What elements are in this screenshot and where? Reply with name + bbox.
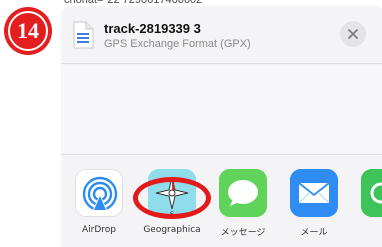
messages-icon (219, 169, 267, 217)
file-type: GPS Exchange Format (GPX) (104, 38, 251, 50)
highlight-circle (133, 177, 211, 219)
app-messages[interactable]: メッセージ (213, 169, 273, 247)
share-sheet-empty-area (61, 65, 382, 153)
share-apps-row: AirDrop S Geographica メッセージ メール (61, 154, 382, 247)
airdrop-icon (75, 169, 123, 217)
app-partial-next[interactable] (355, 169, 382, 247)
share-sheet-header: track-2819339 3 GPS Exchange Format (GPX… (61, 6, 382, 64)
app-label-airdrop: AirDrop (81, 225, 116, 235)
document-icon (73, 21, 94, 49)
share-sheet: track-2819339 3 GPS Exchange Format (GPX… (61, 6, 382, 247)
file-name: track-2819339 3 (104, 21, 201, 36)
app-label-mail: メール (300, 228, 328, 238)
app-airdrop[interactable]: AirDrop (69, 169, 129, 247)
close-icon (348, 29, 358, 39)
app-label-geographica: Geographica (143, 225, 201, 235)
app-mail[interactable]: メール (284, 169, 344, 247)
step-number: 14 (8, 11, 48, 51)
mail-icon (290, 169, 338, 217)
close-button[interactable] (340, 21, 366, 47)
partial-app-icon (361, 169, 382, 217)
app-label-messages: メッセージ (220, 228, 266, 238)
step-badge: 14 (4, 7, 52, 55)
